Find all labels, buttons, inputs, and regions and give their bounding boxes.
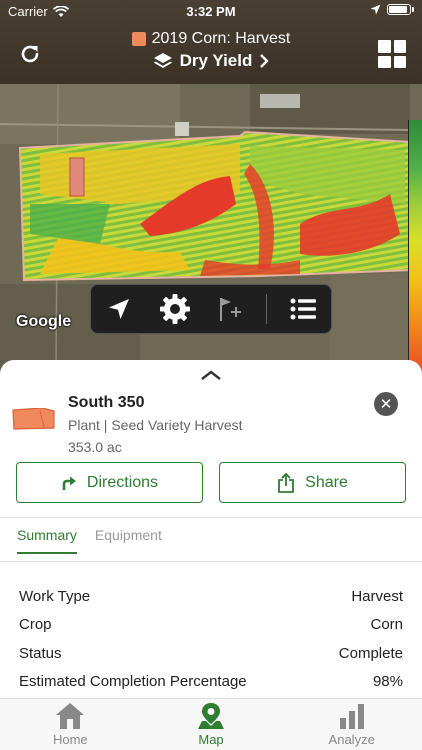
add-flag-button[interactable]: [210, 289, 250, 329]
summary-value: Corn: [370, 616, 403, 634]
detail-tabs: Summary Equipment: [17, 527, 162, 554]
flag-add-icon: [220, 298, 242, 321]
summary-row: Work Type Harvest: [19, 582, 403, 611]
status-time: 3:32 PM: [186, 4, 236, 19]
refresh-button[interactable]: [14, 38, 46, 70]
header: Carrier 3:32 PM 2019 Corn: Harvest Dry Y…: [0, 0, 422, 84]
divider: [0, 561, 422, 562]
nav-home-label: Home: [52, 732, 88, 747]
summary-value: 98%: [372, 673, 403, 691]
nav-map[interactable]: Map: [141, 699, 282, 750]
toolbar-divider: [266, 294, 268, 324]
summary-row: Status Complete: [19, 639, 403, 668]
summary-row: Crop Corn: [19, 611, 403, 640]
layer-name: Dry Yield: [179, 51, 253, 70]
list-icon: [290, 298, 317, 320]
settings-button[interactable]: [155, 289, 195, 329]
home-icon: [56, 703, 85, 729]
field-shape-icon: [12, 408, 55, 430]
battery-icon: [387, 4, 411, 15]
grid-button[interactable]: [378, 40, 406, 68]
yield-legend-bar: [408, 120, 422, 374]
tab-summary[interactable]: Summary: [17, 527, 77, 554]
nav-map-label: Map: [198, 732, 224, 747]
summary-label: Crop: [19, 616, 52, 634]
field-name: South 350: [68, 394, 145, 411]
status-bar: Carrier 3:32 PM: [0, 0, 422, 22]
field-operation: Plant | Seed Variety Harvest: [68, 417, 243, 433]
share-icon: [278, 472, 295, 493]
bar-chart-icon: [339, 704, 364, 729]
summary-label: Status: [19, 644, 62, 662]
summary-value: Complete: [338, 644, 403, 662]
directions-button[interactable]: Directions: [16, 462, 203, 503]
location-arrow-icon: [108, 299, 129, 319]
refresh-icon: [21, 45, 39, 63]
location-status-icon: [370, 4, 381, 15]
close-icon: ✕: [379, 396, 393, 413]
summary-value: Harvest: [351, 587, 403, 605]
summary-label: Work Type: [19, 587, 91, 605]
locate-button[interactable]: [99, 289, 139, 329]
divider: [0, 517, 422, 518]
bottom-nav: Home Map Analyze: [0, 698, 422, 750]
tab-equipment[interactable]: Equipment: [95, 527, 162, 543]
gear-icon: [159, 294, 190, 324]
nav-home[interactable]: Home: [0, 699, 141, 750]
yield-map[interactable]: Google: [0, 84, 422, 374]
title-block[interactable]: 2019 Corn: Harvest Dry Yield: [90, 30, 332, 71]
page-title: 2019 Corn: Harvest: [151, 30, 291, 47]
share-label: Share: [305, 473, 348, 491]
field-details-sheet: South 350 Plant | Seed Variety Harvest 3…: [0, 360, 422, 700]
directions-label: Directions: [86, 473, 159, 491]
nav-analyze[interactable]: Analyze: [281, 699, 422, 750]
share-button[interactable]: Share: [219, 462, 406, 503]
map-toolbar: [90, 284, 332, 334]
field-area: 353.0 ac: [68, 439, 122, 455]
summary-row: Estimated Completion Percentage 98%: [19, 668, 403, 697]
nav-analyze-label: Analyze: [328, 732, 375, 747]
summary-label: Estimated Completion Percentage: [19, 673, 247, 691]
sheet-collapse-handle[interactable]: [200, 368, 222, 386]
chevron-up-icon: [201, 370, 221, 380]
close-button[interactable]: ✕: [374, 392, 398, 416]
directions-arrow-icon: [62, 476, 76, 490]
list-button[interactable]: [283, 289, 323, 329]
summary-list: Work Type Harvest Crop Corn Status Compl…: [19, 582, 403, 696]
grid-icon: [378, 40, 391, 53]
map-attribution: Google: [16, 313, 72, 330]
legend-swatch: [131, 32, 146, 46]
map-pin-icon: [198, 703, 224, 729]
layers-icon: [153, 53, 172, 68]
chevron-right-icon: [260, 54, 270, 68]
